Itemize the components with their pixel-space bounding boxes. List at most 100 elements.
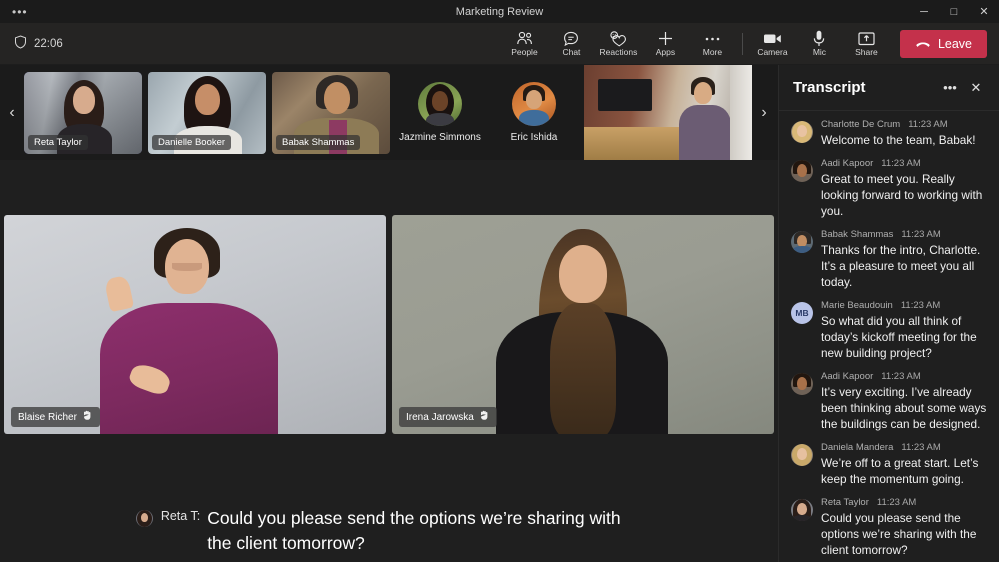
- transcript-close-icon[interactable]: ✕: [963, 75, 989, 101]
- title-bar: ••• Marketing Review ─ □ ✕: [0, 0, 999, 23]
- more-button[interactable]: More: [689, 23, 736, 65]
- minimize-icon[interactable]: ─: [909, 0, 939, 23]
- transcript-title: Transcript: [793, 79, 866, 96]
- transcript-entry: Charlotte De Crum 11:23 AM Welcome to th…: [791, 119, 989, 148]
- share-button[interactable]: Share: [843, 23, 890, 65]
- video-tile-name-badge: Irena Jarowska: [399, 407, 497, 427]
- leave-button[interactable]: Leave: [899, 29, 987, 58]
- share-label: Share: [855, 47, 878, 57]
- close-icon[interactable]: ✕: [969, 0, 999, 23]
- camera-button[interactable]: Camera: [749, 23, 796, 65]
- participant-tile-eric-ishida[interactable]: Eric Ishida: [490, 65, 578, 160]
- sign-language-icon: [479, 410, 490, 424]
- avatar: [418, 82, 462, 126]
- caption-text: Could you please send the options we’re …: [207, 508, 621, 553]
- camera-icon: [763, 30, 782, 47]
- video-feed-blaise-richer: [4, 215, 386, 434]
- video-tile-name-label: Irena Jarowska: [406, 411, 474, 423]
- transcript-more-icon[interactable]: •••: [937, 75, 963, 101]
- meeting-elapsed-time: 22:06: [34, 37, 63, 50]
- transcript-message: Welcome to the team, Babak!: [821, 133, 976, 147]
- meeting-stage: ‹ Reta Taylor Danielle Booker Babak Sham…: [0, 65, 778, 562]
- transcript-timestamp: 11:23 AM: [881, 158, 921, 169]
- caption-avatar: [135, 510, 153, 527]
- caption-speaker: Reta T:: [160, 509, 201, 523]
- people-icon: [516, 30, 533, 47]
- transcript-entry-meta: Aadi Kapoor 11:23 AM: [821, 158, 989, 169]
- transcript-message: Great to meet you. Really looking forwar…: [821, 172, 983, 218]
- video-tile-name-label: Blaise Richer: [18, 411, 77, 423]
- toolbar-divider: [741, 32, 743, 55]
- chat-button[interactable]: Chat: [548, 23, 595, 65]
- participant-name-label: Reta Taylor: [28, 134, 88, 150]
- transcript-entry-meta: Charlotte De Crum 11:23 AM: [821, 119, 976, 130]
- camera-label: Camera: [757, 47, 788, 57]
- video-tile-irena-jarowska[interactable]: Irena Jarowska: [392, 215, 774, 434]
- transcript-entry-meta: Babak Shammas 11:23 AM: [821, 229, 989, 240]
- reactions-button[interactable]: Reactions: [595, 23, 642, 65]
- leave-label: Leave: [937, 36, 972, 51]
- live-caption: Reta T: Could you please send the option…: [0, 506, 778, 556]
- transcript-timestamp: 11:23 AM: [881, 371, 921, 382]
- transcript-message: We’re off to a great start. Let’s keep t…: [821, 456, 979, 486]
- share-screen-icon: [858, 30, 875, 47]
- window-title: Marketing Review: [455, 5, 544, 18]
- participant-tile-babak-shammas[interactable]: Babak Shammas: [272, 71, 390, 154]
- transcript-entry: Babak Shammas 11:23 AM Thanks for the in…: [791, 229, 989, 290]
- transcript-entry: Reta Taylor 11:23 AM Could you please se…: [791, 497, 989, 558]
- avatar: [791, 231, 813, 253]
- transcript-entry: Aadi Kapoor 11:23 AM Great to meet you. …: [791, 158, 989, 219]
- meeting-timer: 22:06: [0, 35, 63, 52]
- chat-label: Chat: [562, 47, 581, 57]
- participant-name-label: Danielle Booker: [152, 134, 232, 150]
- participant-tile-danielle-booker[interactable]: Danielle Booker: [148, 71, 266, 154]
- hangup-icon: [915, 37, 931, 51]
- participant-filmstrip: ‹ Reta Taylor Danielle Booker Babak Sham…: [0, 65, 778, 160]
- transcript-entry: Aadi Kapoor 11:23 AM It’s very exciting.…: [791, 371, 989, 432]
- transcript-message: Thanks for the intro, Charlotte. It’s a …: [821, 243, 981, 289]
- participant-video-conference-room: [584, 65, 752, 160]
- avatar: [512, 82, 556, 126]
- transcript-entry: Daniela Mandera 11:23 AM We’re off to a …: [791, 442, 989, 487]
- participant-tile-jazmine-simmons[interactable]: Jazmine Simmons: [396, 65, 484, 160]
- meeting-action-bar: 22:06 People Chat Reactions Apps More Ca…: [0, 23, 999, 65]
- chat-icon: [563, 30, 579, 47]
- video-tile-name-badge: Blaise Richer: [11, 407, 100, 427]
- transcript-message: It’s very exciting. I’ve already been th…: [821, 385, 987, 431]
- people-button[interactable]: People: [501, 23, 548, 65]
- participant-tile-conference-room[interactable]: [584, 65, 752, 160]
- reactions-icon: [609, 30, 627, 47]
- window-overflow-menu[interactable]: •••: [0, 5, 120, 19]
- avatar: [791, 444, 813, 466]
- transcript-speaker: Babak Shammas: [821, 229, 894, 240]
- shield-icon: [14, 35, 27, 52]
- participant-name-label: Babak Shammas: [276, 134, 361, 150]
- participant-name-label: Eric Ishida: [510, 132, 558, 143]
- mic-button[interactable]: Mic: [796, 23, 843, 65]
- transcript-timestamp: 11:23 AM: [876, 497, 917, 508]
- apps-button[interactable]: Apps: [642, 23, 689, 65]
- transcript-timestamp: 11:23 AM: [901, 442, 941, 453]
- transcript-timestamp: 11:23 AM: [901, 229, 941, 240]
- transcript-list[interactable]: Charlotte De Crum 11:23 AM Welcome to th…: [779, 111, 999, 562]
- transcript-speaker: Daniela Mandera: [821, 442, 894, 453]
- transcript-message: Could you please send the options we’re …: [821, 511, 977, 557]
- maximize-icon[interactable]: □: [939, 0, 969, 23]
- video-tile-blaise-richer[interactable]: Blaise Richer: [4, 215, 386, 434]
- window-controls: ─ □ ✕: [879, 0, 999, 23]
- action-bar-tools: People Chat Reactions Apps More Camera M…: [501, 23, 890, 65]
- people-label: People: [511, 47, 538, 57]
- filmstrip-prev-button[interactable]: ‹: [0, 65, 24, 160]
- main-video-row: Blaise Richer Irena Jarowska: [0, 215, 778, 500]
- transcript-speaker: Reta Taylor: [821, 497, 869, 508]
- transcript-panel: Transcript ••• ✕ Charlotte De Crum 11:23…: [778, 65, 999, 562]
- avatar: [791, 373, 813, 395]
- participant-name-label: Jazmine Simmons: [399, 132, 481, 143]
- filmstrip-next-button[interactable]: ›: [752, 65, 776, 160]
- apps-label: Apps: [655, 47, 676, 57]
- plus-icon: [657, 30, 674, 47]
- mic-label: Mic: [812, 47, 827, 57]
- participant-tile-reta-taylor[interactable]: Reta Taylor: [24, 71, 142, 154]
- sign-language-icon: [82, 410, 93, 424]
- more-icon: [704, 30, 721, 47]
